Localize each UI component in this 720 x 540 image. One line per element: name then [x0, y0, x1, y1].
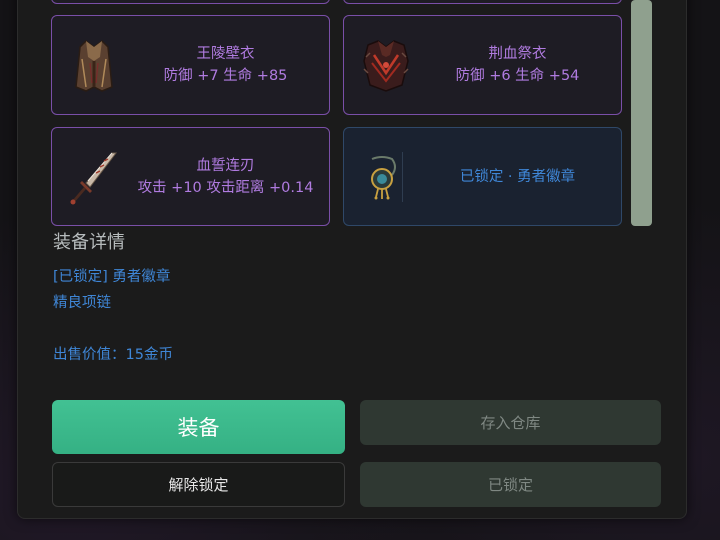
- armor-icon: [358, 37, 414, 93]
- equip-button[interactable]: 装备: [52, 400, 345, 454]
- item-card-thorn-robe[interactable]: 荆血祭衣 防御 +6 生命 +54: [343, 15, 622, 115]
- item-stats: 防御 +7 生命 +85: [163, 68, 288, 84]
- robe-icon: [66, 37, 122, 93]
- locked-item-label: 已锁定 · 勇者徽章: [459, 168, 576, 185]
- store-warehouse-button[interactable]: 存入仓库: [360, 400, 661, 445]
- locked-button[interactable]: 已锁定: [360, 462, 661, 507]
- detail-type-line: 精良项链: [53, 295, 111, 311]
- item-stats: 防御 +6 生命 +54: [455, 68, 580, 84]
- detail-price-line: 出售价值：15金币: [53, 347, 173, 363]
- detail-lock-line: [已锁定] 勇者徽章: [53, 269, 171, 285]
- unlock-button[interactable]: 解除锁定: [52, 462, 345, 507]
- divider: [402, 152, 403, 202]
- item-card-royal-robe[interactable]: 王陵壁衣 防御 +7 生命 +85: [51, 15, 330, 115]
- item-card-partial[interactable]: [343, 0, 622, 4]
- scrollbar-thumb[interactable]: [631, 0, 652, 226]
- item-name: 血誓连刃: [196, 157, 255, 174]
- item-card-hero-badge-locked[interactable]: 已锁定 · 勇者徽章: [343, 127, 622, 226]
- item-stats: 攻击 +10 攻击距离 +0.14: [137, 179, 314, 196]
- item-card-partial[interactable]: [51, 0, 330, 4]
- blade-icon: [66, 149, 122, 205]
- item-name: 王陵壁衣: [196, 46, 255, 62]
- item-name: 荆血祭衣: [488, 46, 547, 62]
- item-card-blood-oath-blade[interactable]: 血誓连刃 攻击 +10 攻击距离 +0.14: [51, 127, 330, 226]
- detail-title: 装备详情: [53, 232, 125, 253]
